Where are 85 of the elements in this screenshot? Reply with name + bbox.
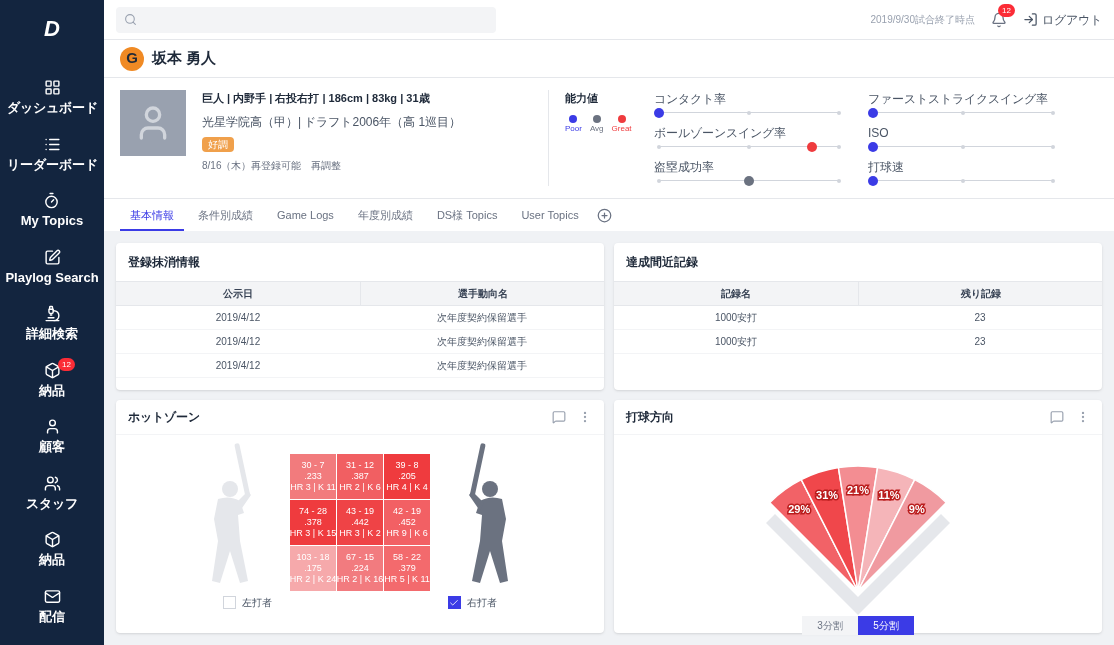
zone-cell: 43 - 19 .442 HR 3 | K 2 xyxy=(337,500,383,545)
table-cell-text: 2019/4/12 xyxy=(214,359,262,373)
team-logo: G xyxy=(120,46,144,71)
sidebar-item[interactable]: 配信 xyxy=(22,583,82,626)
column-header: 記録名 xyxy=(720,287,752,301)
metric-label: ファーストストライクスイング率 xyxy=(868,91,1049,108)
table-cell-text: 次年度契約保留選手 xyxy=(436,335,528,349)
ability-title: 能力値 xyxy=(565,91,599,106)
metric-label: 打球速 xyxy=(868,159,905,176)
card-title: 登録抹消情報 xyxy=(127,254,201,271)
search-icon xyxy=(124,13,137,26)
sidebar-item-icon xyxy=(43,474,61,492)
sidebar-item[interactable]: 12 納品 xyxy=(22,357,82,400)
sidebar-item[interactable]: My Topics xyxy=(20,188,84,231)
sidebar-item-icon xyxy=(43,531,61,548)
table-cell-text: 1000安打 xyxy=(713,335,759,349)
sidebar-item-icon xyxy=(43,248,61,266)
column-header: 残り記録 xyxy=(858,282,1102,305)
sidebar-item[interactable]: 顧客 xyxy=(22,414,82,457)
legend-label: Poor xyxy=(565,122,582,135)
sidebar-item-icon xyxy=(43,587,61,605)
sidebar-item[interactable]: 納品 xyxy=(22,527,82,570)
comment-icon[interactable] xyxy=(1050,410,1064,424)
table-cell-text: 1000安打 xyxy=(713,311,759,325)
metric-label: 盗塁成功率 xyxy=(654,159,715,176)
zone-cell: 67 - 15 .224 HR 2 | K 16 xyxy=(337,546,383,591)
tab[interactable]: 条件別成績 xyxy=(188,206,263,231)
table-cell-text: 23 xyxy=(973,311,987,325)
sidebar-item[interactable]: ダッシュボード xyxy=(6,75,98,118)
zone-cell: 30 - 7 .233 HR 3 | K 11 xyxy=(290,454,336,499)
checkbox-label: 右打者 xyxy=(466,596,497,610)
metric-label: ISO xyxy=(868,125,890,142)
check-icon xyxy=(449,597,460,608)
bell-icon[interactable] xyxy=(991,11,1007,28)
sidebar-item-icon xyxy=(43,192,61,209)
sidebar-item-icon xyxy=(43,361,61,379)
add-tab-icon[interactable] xyxy=(596,208,612,223)
notification-badge: 12 xyxy=(998,3,1015,17)
table-cell-text: 2019/4/12 xyxy=(214,335,262,349)
legend-label: Avg xyxy=(589,122,604,135)
sidebar-item[interactable]: 詳細検索 xyxy=(22,301,82,344)
tab[interactable]: DS様 Topics xyxy=(426,206,508,231)
legend-label: Great xyxy=(611,122,632,135)
tab[interactable]: Game Logs xyxy=(267,206,344,231)
metric-label: ボールゾーンスイング率 xyxy=(654,125,787,142)
zone-cell: 103 - 18 .175 HR 2 | K 24 xyxy=(290,546,336,591)
column-header: 選手動向名 xyxy=(360,282,604,305)
card-title: 達成間近記録 xyxy=(625,254,699,271)
table-cell-text: 23 xyxy=(973,335,987,349)
checkbox-label: 左打者 xyxy=(242,596,273,610)
comment-icon[interactable] xyxy=(552,410,566,424)
table-cell-text: 2019/4/12 xyxy=(214,311,262,325)
notification-badge: 12 xyxy=(58,357,75,371)
player-profile: 巨人 | 内野手 | 右投右打 | 186cm | 83kg | 31歳 xyxy=(202,91,431,106)
logout-icon xyxy=(1023,12,1038,27)
sidebar-item-icon xyxy=(43,305,61,322)
logout-button[interactable]: ログアウト xyxy=(1023,10,1102,29)
app-logo[interactable]: D xyxy=(44,12,60,45)
table-cell-text: 次年度契約保留選手 xyxy=(436,359,528,373)
tab[interactable]: 年度別成績 xyxy=(347,206,423,231)
tab[interactable]: 基本情報 xyxy=(120,206,184,231)
update-status: 2019/9/30試合終了時点 xyxy=(870,13,975,27)
sidebar-item[interactable]: Playlog Search xyxy=(5,244,99,287)
metric-label: コンタクト率 xyxy=(654,91,727,108)
zone-cell: 42 - 19 .452 HR 9 | K 6 xyxy=(384,500,430,545)
zone-cell: 58 - 22 .379 HR 5 | K 11 xyxy=(384,546,430,591)
segment-button[interactable]: 5分割 xyxy=(858,616,914,635)
player-name: 坂本 勇人 xyxy=(152,48,217,69)
card-title: ホットゾーン xyxy=(128,409,200,426)
tab[interactable]: User Topics xyxy=(511,206,589,231)
zone-cell: 39 - 8 .205 HR 4 | K 4 xyxy=(384,454,430,499)
segment-button[interactable]: 3分割 xyxy=(802,616,858,635)
sidebar-item-icon xyxy=(43,79,61,96)
player-background: 光星学院高（甲）| ドラフト2006年（高 1巡目） xyxy=(202,113,463,131)
zone-cell: 74 - 28 .378 HR 3 | K 15 xyxy=(290,500,336,545)
search-field[interactable] xyxy=(116,6,496,33)
zone-cell: 31 - 12 .387 HR 2 | K 6 xyxy=(337,454,383,499)
table-cell-text: 次年度契約保留選手 xyxy=(436,311,528,325)
sidebar-item[interactable]: スタッフ xyxy=(22,470,82,513)
player-note: 8/16（木）再登録可能 再調整 xyxy=(202,158,343,173)
column-header: 公示日 xyxy=(222,287,254,301)
checkbox[interactable] xyxy=(447,596,461,609)
card-title: 打球方向 xyxy=(626,409,674,426)
status-tag: 好調 xyxy=(202,136,234,152)
sidebar-item[interactable]: リーダーボード xyxy=(6,131,98,174)
